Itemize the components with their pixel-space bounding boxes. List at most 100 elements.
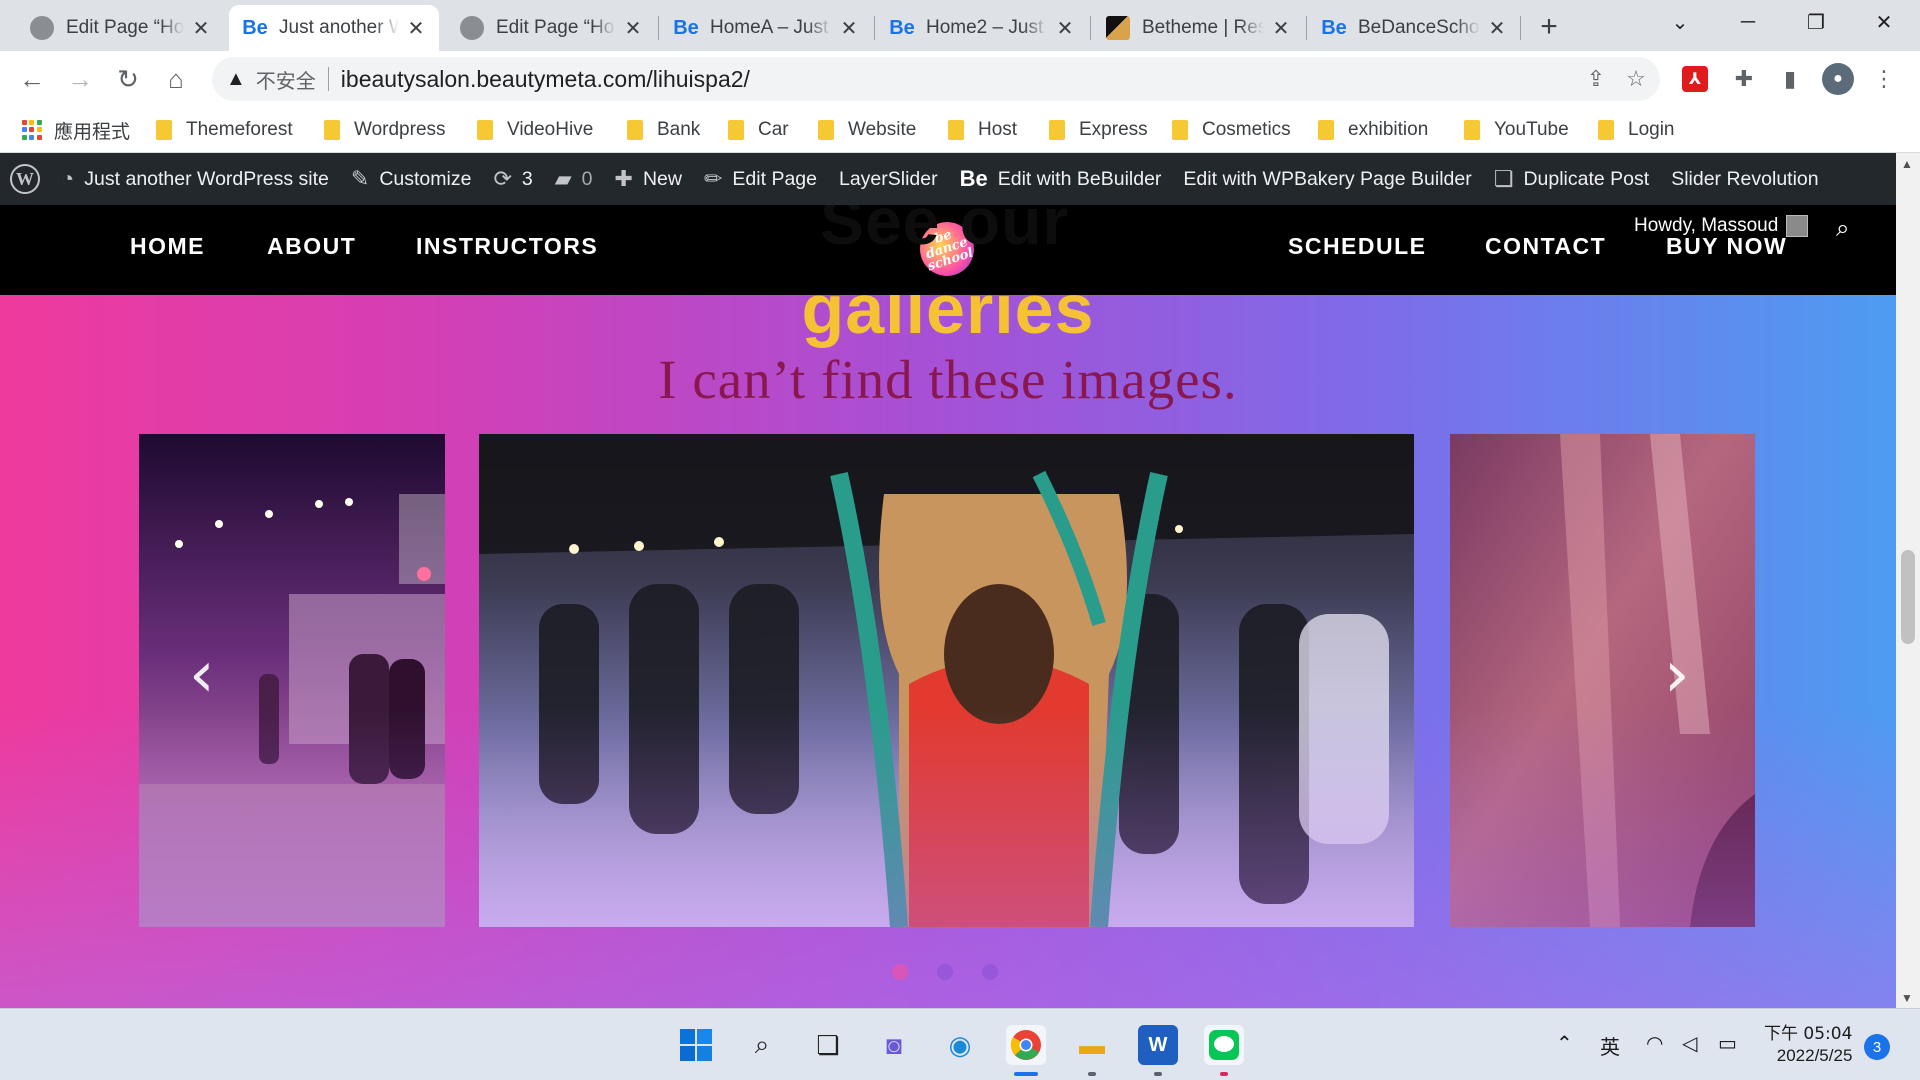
- nav-about[interactable]: ABOUT: [267, 233, 356, 260]
- share-icon[interactable]: ⇪: [1582, 65, 1610, 93]
- tab-betheme[interactable]: Betheme | Res ✕: [1092, 5, 1304, 51]
- chat-icon[interactable]: ◙: [874, 1025, 914, 1065]
- scrollbar-thumb[interactable]: [1901, 550, 1915, 644]
- tab-bedanceschool[interactable]: Be BeDanceScho ✕: [1308, 5, 1520, 51]
- back-button[interactable]: ←: [14, 61, 50, 97]
- bookmark-apps[interactable]: 應用程式: [22, 116, 130, 144]
- close-icon[interactable]: ✕: [1054, 17, 1076, 40]
- system-clock[interactable]: 下午 05:04 2022/5/25: [1764, 1023, 1852, 1067]
- bookmark-themeforest[interactable]: Themeforest: [156, 116, 293, 144]
- line-app-icon[interactable]: [1204, 1025, 1244, 1065]
- tab-home2[interactable]: Be Home2 – Just ✕: [876, 5, 1088, 51]
- gallery-slide-prev[interactable]: [139, 434, 445, 927]
- windows-logo-icon: [680, 1029, 712, 1061]
- nav-contact[interactable]: CONTACT: [1485, 233, 1606, 260]
- profile-avatar[interactable]: ●: [1822, 63, 1854, 95]
- carousel-next-chevron-icon[interactable]: ›: [1664, 643, 1704, 713]
- wp-customize[interactable]: ✎ Customize: [340, 153, 483, 205]
- word-app-icon[interactable]: W: [1138, 1025, 1178, 1065]
- tab-search-chevron-icon[interactable]: ⌄: [1646, 0, 1714, 44]
- bookmark-star-icon[interactable]: ☆: [1622, 65, 1650, 93]
- page-scrollbar[interactable]: ▲ ▼: [1896, 153, 1920, 1008]
- bookmark-cosmetics[interactable]: Cosmetics: [1172, 116, 1291, 144]
- close-icon[interactable]: ✕: [190, 17, 212, 40]
- wp-slider-revolution[interactable]: Slider Revolution: [1660, 153, 1829, 205]
- gallery-slide-current[interactable]: [479, 434, 1414, 927]
- close-icon[interactable]: ✕: [1270, 17, 1292, 40]
- restore-button[interactable]: ❐: [1782, 0, 1850, 44]
- bookmark-videohive[interactable]: VideoHive: [477, 116, 593, 144]
- menu-kebab-icon[interactable]: ⋮: [1868, 63, 1900, 95]
- pdf-extension-icon[interactable]: ⅄: [1682, 66, 1708, 92]
- nav-schedule[interactable]: SCHEDULE: [1288, 233, 1427, 260]
- close-window-button[interactable]: ✕: [1850, 0, 1918, 44]
- warning-icon[interactable]: ▲: [226, 68, 246, 91]
- edge-browser-icon[interactable]: ◉: [940, 1025, 980, 1065]
- wp-updates[interactable]: ⟳ 3: [482, 153, 543, 205]
- forward-button[interactable]: →: [62, 61, 98, 97]
- close-icon[interactable]: ✕: [1486, 17, 1508, 40]
- bookmark-login[interactable]: Login: [1598, 116, 1675, 144]
- minimize-button[interactable]: ─: [1714, 0, 1782, 44]
- address-bar[interactable]: ▲ 不安全 ibeautysalon.beautymeta.com/lihuis…: [212, 57, 1660, 101]
- site-logo[interactable]: be dance school: [912, 214, 982, 284]
- line-logo-icon: [1209, 1030, 1239, 1060]
- bookmark-youtube[interactable]: YouTube: [1464, 116, 1569, 144]
- nav-buy-now[interactable]: BUY NOW: [1666, 233, 1787, 260]
- wp-site-name[interactable]: ◔ Just another WordPress site: [50, 153, 340, 205]
- task-view-icon[interactable]: ❏: [808, 1025, 848, 1065]
- bookmark-express[interactable]: Express: [1049, 116, 1148, 144]
- taskbar-search-icon[interactable]: ⌕: [742, 1025, 782, 1065]
- tab-homea[interactable]: Be HomeA – Just ✕: [660, 5, 872, 51]
- battery-icon[interactable]: ▭: [1718, 1031, 1737, 1056]
- wp-edit-bebuilder[interactable]: Be Edit with BeBuilder: [949, 153, 1173, 205]
- tab-just-another[interactable]: Be Just another W ✕: [229, 5, 439, 51]
- bookmark-exhibition[interactable]: exhibition: [1318, 116, 1428, 144]
- bookmark-label: Host: [978, 119, 1018, 140]
- wp-edit-wpbakery[interactable]: Edit with WPBakery Page Builder: [1172, 153, 1482, 205]
- tab-edit-page-1[interactable]: Edit Page “Ho ✕: [16, 5, 224, 51]
- tray-overflow-chevron-icon[interactable]: ⌃: [1556, 1031, 1573, 1056]
- scroll-up-arrow-icon[interactable]: ▲: [1901, 157, 1913, 171]
- scroll-down-arrow-icon[interactable]: ▼: [1901, 991, 1913, 1005]
- wp-layerslider[interactable]: LayerSlider: [828, 153, 949, 205]
- bookmark-bank[interactable]: Bank: [627, 116, 700, 144]
- volume-icon[interactable]: ◁: [1682, 1031, 1697, 1056]
- bookmark-wordpress[interactable]: Wordpress: [324, 116, 446, 144]
- extensions-puzzle-icon[interactable]: ✚: [1728, 63, 1760, 95]
- tab-edit-page-2[interactable]: Edit Page “Ho ✕: [446, 5, 656, 51]
- close-icon[interactable]: ✕: [838, 17, 860, 40]
- wp-comments[interactable]: ▰ 0: [544, 153, 604, 205]
- wp-new[interactable]: ✚ New: [604, 153, 693, 205]
- wifi-icon[interactable]: ◠: [1646, 1031, 1663, 1056]
- wp-duplicate-post[interactable]: ❏ Duplicate Post: [1483, 153, 1660, 205]
- carousel-dot-3[interactable]: [982, 964, 998, 980]
- wordpress-logo-icon[interactable]: W: [10, 164, 40, 194]
- nav-instructors[interactable]: INSTRUCTORS: [416, 233, 598, 260]
- insecure-label[interactable]: 不安全: [256, 65, 316, 94]
- carousel-dot-2[interactable]: [937, 964, 953, 980]
- howdy-label: Howdy, Massoud: [1634, 215, 1779, 236]
- wp-howdy-account[interactable]: Howdy, Massoud: [1634, 215, 1809, 237]
- ime-indicator[interactable]: 英: [1600, 1031, 1620, 1060]
- notification-badge[interactable]: 3: [1864, 1034, 1890, 1060]
- bookmark-host[interactable]: Host: [948, 116, 1017, 144]
- windows-start-icon[interactable]: [676, 1025, 716, 1065]
- home-button[interactable]: ⌂: [158, 61, 194, 97]
- reload-button[interactable]: ↻: [110, 61, 146, 97]
- url-text[interactable]: ibeautysalon.beautymeta.com/lihuispa2/: [341, 66, 750, 93]
- bookmark-website[interactable]: Website: [818, 116, 916, 144]
- chrome-browser-icon[interactable]: [1006, 1025, 1046, 1065]
- nav-home[interactable]: HOME: [130, 233, 205, 260]
- bookmark-car[interactable]: Car: [728, 116, 789, 144]
- gallery-slide-next[interactable]: [1450, 434, 1755, 927]
- close-icon[interactable]: ✕: [622, 17, 644, 40]
- search-icon[interactable]: ⌕: [1836, 215, 1849, 243]
- new-tab-button[interactable]: +: [1532, 10, 1566, 44]
- side-panel-icon[interactable]: ▮: [1774, 63, 1806, 95]
- carousel-prev-chevron-icon[interactable]: ‹: [189, 643, 229, 713]
- file-explorer-icon[interactable]: ▬: [1072, 1025, 1112, 1065]
- close-icon[interactable]: ✕: [405, 17, 427, 40]
- wp-edit-page[interactable]: ✏ Edit Page: [693, 153, 828, 205]
- carousel-dot-1[interactable]: [892, 964, 908, 980]
